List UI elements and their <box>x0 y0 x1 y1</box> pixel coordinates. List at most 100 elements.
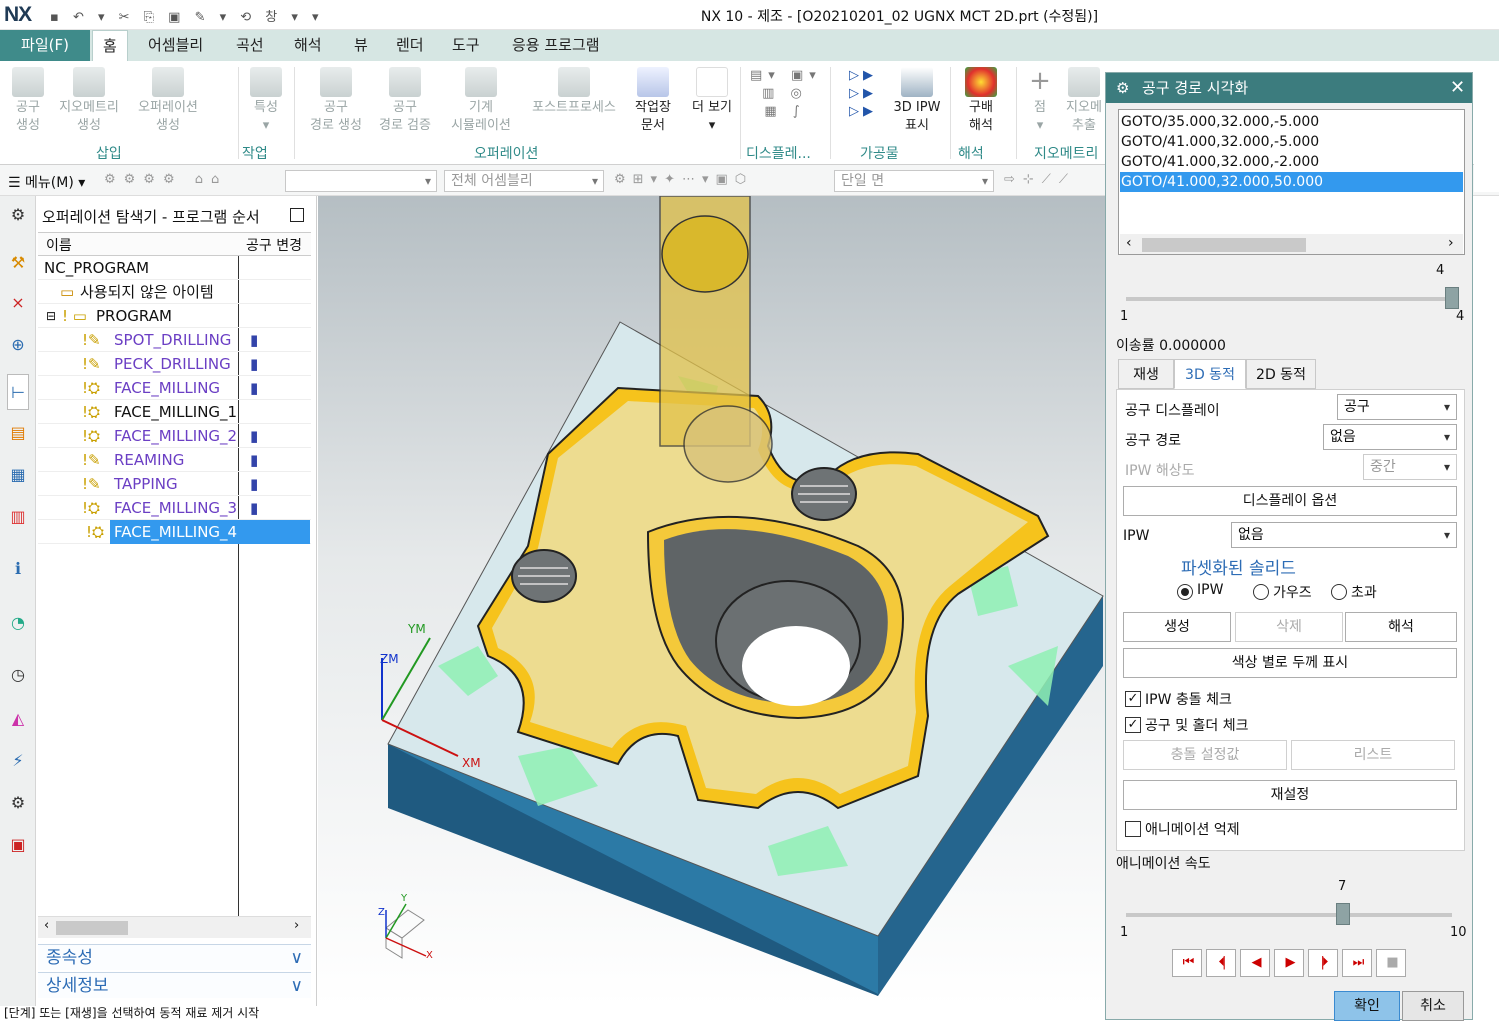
step-back-button[interactable]: ⏴| <box>1206 949 1236 977</box>
dependencies-section[interactable]: 종속성 ∨ <box>38 944 311 970</box>
tool-path-select[interactable]: 없음 <box>1323 424 1457 450</box>
step-slider-thumb[interactable] <box>1445 287 1459 309</box>
type-filter-combo[interactable] <box>285 170 437 192</box>
goto-list[interactable]: GOTO/35.000,32.000,-5.000 GOTO/41.000,32… <box>1118 109 1465 255</box>
robot-icon[interactable]: ⚙ <box>7 792 29 814</box>
rewind-to-start-button[interactable]: ⏮ <box>1172 949 1202 977</box>
graphics-window[interactable]: YM ZM XM Y Z X <box>318 195 1105 1006</box>
method-view-icon[interactable]: ⊕ <box>7 334 29 356</box>
tab-view[interactable]: 뷰 <box>344 30 378 61</box>
speed-slider-thumb[interactable] <box>1336 903 1351 925</box>
snap-icons[interactable]: ⚙⚙⚙⚙ ⌂⌂ <box>104 172 227 187</box>
tool-display-select[interactable]: 공구 <box>1337 394 1457 420</box>
machine-tool-view-icon[interactable]: ⚒ <box>7 252 29 274</box>
tree-row-face-milling-2[interactable]: !⛭ FACE_MILLING_2 ▮ <box>38 424 311 448</box>
menu-button[interactable]: ☰ 메뉴(M) ▾ <box>8 172 85 192</box>
ipw-select[interactable]: 없음 <box>1231 522 1457 548</box>
selection-icons[interactable]: ⚙⊞▾✦⋯▾▣⬡ <box>614 172 753 187</box>
goto-line[interactable]: GOTO/35.000,32.000,-5.000 <box>1120 112 1463 132</box>
display-tools[interactable]: ▤▾ ▣▾ ▥ ◎ ▦ ∫ <box>750 67 820 121</box>
ok-button[interactable]: 확인 <box>1334 991 1400 1021</box>
extract-geometry-button[interactable]: 지오메 추출 <box>1062 67 1106 135</box>
speed-slider-track[interactable] <box>1126 913 1452 917</box>
navigator-hscroll[interactable]: ‹ › <box>38 916 311 938</box>
tree-row-program[interactable]: ⊟! ▭ PROGRAM <box>38 304 311 328</box>
scroll-left-icon[interactable]: ‹ <box>1126 235 1132 251</box>
goto-hscroll[interactable]: ‹ › <box>1120 234 1463 254</box>
radio-ipw[interactable] <box>1177 584 1193 600</box>
scroll-right-icon[interactable]: › <box>1448 235 1454 251</box>
collapse-icon[interactable]: ⊟ <box>46 304 56 328</box>
document-roles-icon[interactable]: ▣ <box>7 834 29 856</box>
tab-3d-dynamic[interactable]: 3D 동적 <box>1174 359 1246 389</box>
more-button[interactable]: 더 보기 ▾ <box>686 67 738 135</box>
scroll-thumb[interactable] <box>1142 238 1306 252</box>
tree-row-face-milling[interactable]: !⛭ FACE_MILLING ▮ <box>38 376 311 400</box>
stop-button[interactable]: ■ <box>1376 949 1406 977</box>
create-button[interactable]: 생성 <box>1123 612 1231 642</box>
tab-2d-dynamic[interactable]: 2D 동적 <box>1246 359 1316 389</box>
gear-icon[interactable]: ⚙ <box>7 204 29 226</box>
tab-curve[interactable]: 곡선 <box>226 30 274 61</box>
tab-render[interactable]: 렌더 <box>386 30 434 61</box>
scroll-left-icon[interactable]: ‹ <box>44 918 49 933</box>
assembly-scope-combo[interactable]: 전체 어셈블리 <box>444 170 604 192</box>
tree-row-spot-drilling[interactable]: !✎ SPOT_DRILLING ▮ <box>38 328 311 352</box>
radio-gouge[interactable] <box>1253 584 1269 600</box>
scroll-right-icon[interactable]: › <box>294 918 299 933</box>
column-name[interactable]: 이름 <box>46 235 72 255</box>
tree-row-tapping[interactable]: !✎ TAPPING ▮ <box>38 472 311 496</box>
tab-replay[interactable]: 재생 <box>1118 359 1174 389</box>
step-forward-button[interactable]: |⏵ <box>1308 949 1338 977</box>
reset-button[interactable]: 재설정 <box>1123 780 1457 810</box>
display-options-button[interactable]: 디스플레이 옵션 <box>1123 486 1457 516</box>
file-tab[interactable]: 파일(F) <box>0 30 90 61</box>
details-section[interactable]: 상세정보 ∨ <box>38 972 311 998</box>
goto-line[interactable]: GOTO/41.000,32.000,-5.000 <box>1120 132 1463 152</box>
play-button[interactable]: ▶ <box>1274 949 1304 977</box>
point-button[interactable]: + 점 ▾ <box>1024 67 1056 135</box>
tree-row-reaming[interactable]: !✎ REAMING ▮ <box>38 448 311 472</box>
thickness-by-color-button[interactable]: 색상 별로 두께 표시 <box>1123 648 1457 678</box>
goto-line[interactable]: GOTO/41.000,32.000,-2.000 <box>1120 152 1463 172</box>
tab-analysis[interactable]: 해석 <box>284 30 332 61</box>
part-navigator-icon[interactable]: ▤ <box>7 422 29 444</box>
draft-analysis-button[interactable]: 구배 해석 <box>958 67 1004 135</box>
assembly-navigator-icon[interactable]: ▦ <box>7 464 29 486</box>
tree-row-peck-drilling[interactable]: !✎ PECK_DRILLING ▮ <box>38 352 311 376</box>
tree-row-nc-program[interactable]: NC_PROGRAM <box>38 256 311 280</box>
show-3d-ipw-button[interactable]: 3D IPW 표시 <box>890 67 944 135</box>
column-tool-change[interactable]: 공구 변경 <box>246 235 302 255</box>
tab-tools[interactable]: 도구 <box>442 30 490 61</box>
machine-simulation-button[interactable]: 기계 시뮬레이션 <box>442 67 520 135</box>
geometry-view-icon[interactable]: ⨯ <box>7 292 29 314</box>
generate-toolpath-button[interactable]: 공구 경로 생성 <box>304 67 368 135</box>
tab-home[interactable]: 홈 <box>92 30 128 61</box>
analyze-button[interactable]: 해석 <box>1345 612 1457 642</box>
tree-row-face-milling-4[interactable]: !⛭ FACE_MILLING_4 <box>38 520 311 544</box>
verify-toolpath-button[interactable]: 공구 경로 검증 <box>372 67 438 135</box>
goto-line-selected[interactable]: GOTO/41.000,32.000,50.000 <box>1120 172 1463 192</box>
play-backward-button[interactable]: ◀ <box>1240 949 1270 977</box>
radio-excess[interactable] <box>1331 584 1347 600</box>
tree-row-face-milling-1[interactable]: !⛭ FACE_MILLING_1 <box>38 400 311 424</box>
shop-doc-button[interactable]: 작업장 문서 <box>628 67 678 135</box>
gear-icon[interactable]: ⚙ <box>1116 73 1129 103</box>
history-clock-icon[interactable]: ◷ <box>7 664 29 686</box>
fast-forward-button[interactable]: ⏭ <box>1342 949 1372 977</box>
operation-navigator-icon[interactable]: ⊢ <box>7 374 29 410</box>
collision-settings-button[interactable]: 충돌 설정값 <box>1123 740 1287 770</box>
palette-icon[interactable]: ◭ <box>7 708 29 730</box>
list-button[interactable]: 리스트 <box>1291 740 1455 770</box>
scroll-thumb[interactable] <box>56 921 128 935</box>
cancel-button[interactable]: 취소 <box>1402 991 1464 1021</box>
delete-button[interactable]: 삭제 <box>1235 612 1343 642</box>
tree-row-unused-items[interactable]: ▭ 사용되지 않은 아이템 <box>38 280 311 304</box>
tree-row-face-milling-3[interactable]: !⛭ FACE_MILLING_3 ▮ <box>38 496 311 520</box>
workpiece-tools[interactable]: ▷▶ ▷▶ ▷▶ <box>840 67 886 121</box>
reuse-library-icon[interactable]: ▥ <box>7 506 29 528</box>
create-operation-button[interactable]: 오퍼레이션 생성 <box>130 67 206 135</box>
tab-assembly[interactable]: 어셈블리 <box>138 30 213 61</box>
step-slider-track[interactable] <box>1126 297 1452 301</box>
web-browser-icon[interactable]: ◔ <box>7 612 29 634</box>
